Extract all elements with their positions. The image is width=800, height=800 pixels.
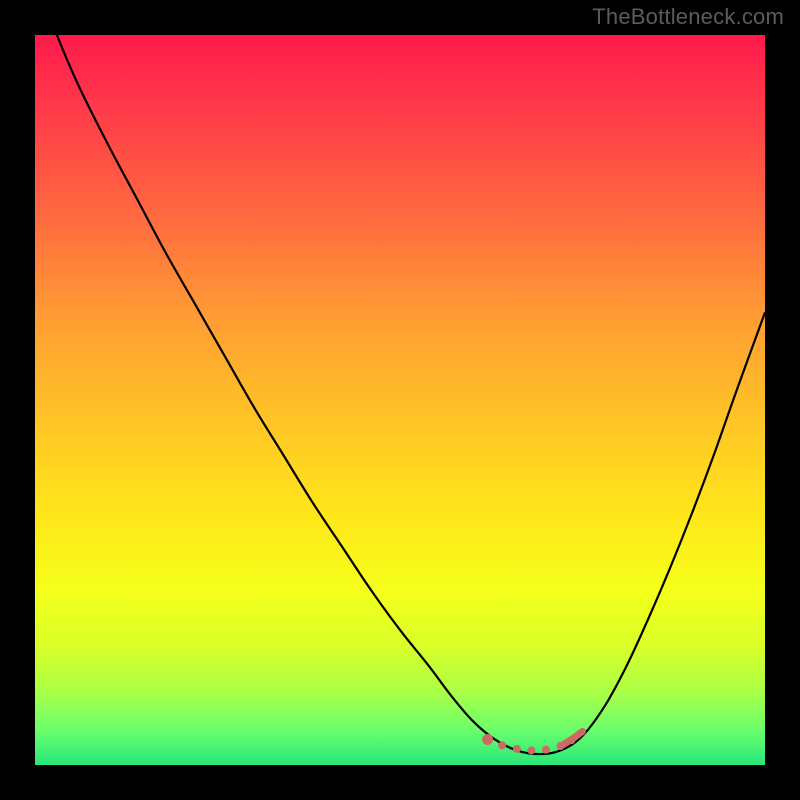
optimal-point <box>513 745 521 753</box>
optimal-range-markers <box>482 731 582 754</box>
bottleneck-curve <box>35 35 765 754</box>
optimal-point <box>498 741 506 749</box>
optimal-point <box>527 746 535 754</box>
chart-svg <box>35 35 765 765</box>
optimal-point <box>542 746 550 754</box>
optimal-point <box>482 734 493 745</box>
watermark-text: TheBottleneck.com <box>592 4 784 30</box>
chart-area <box>35 35 765 765</box>
